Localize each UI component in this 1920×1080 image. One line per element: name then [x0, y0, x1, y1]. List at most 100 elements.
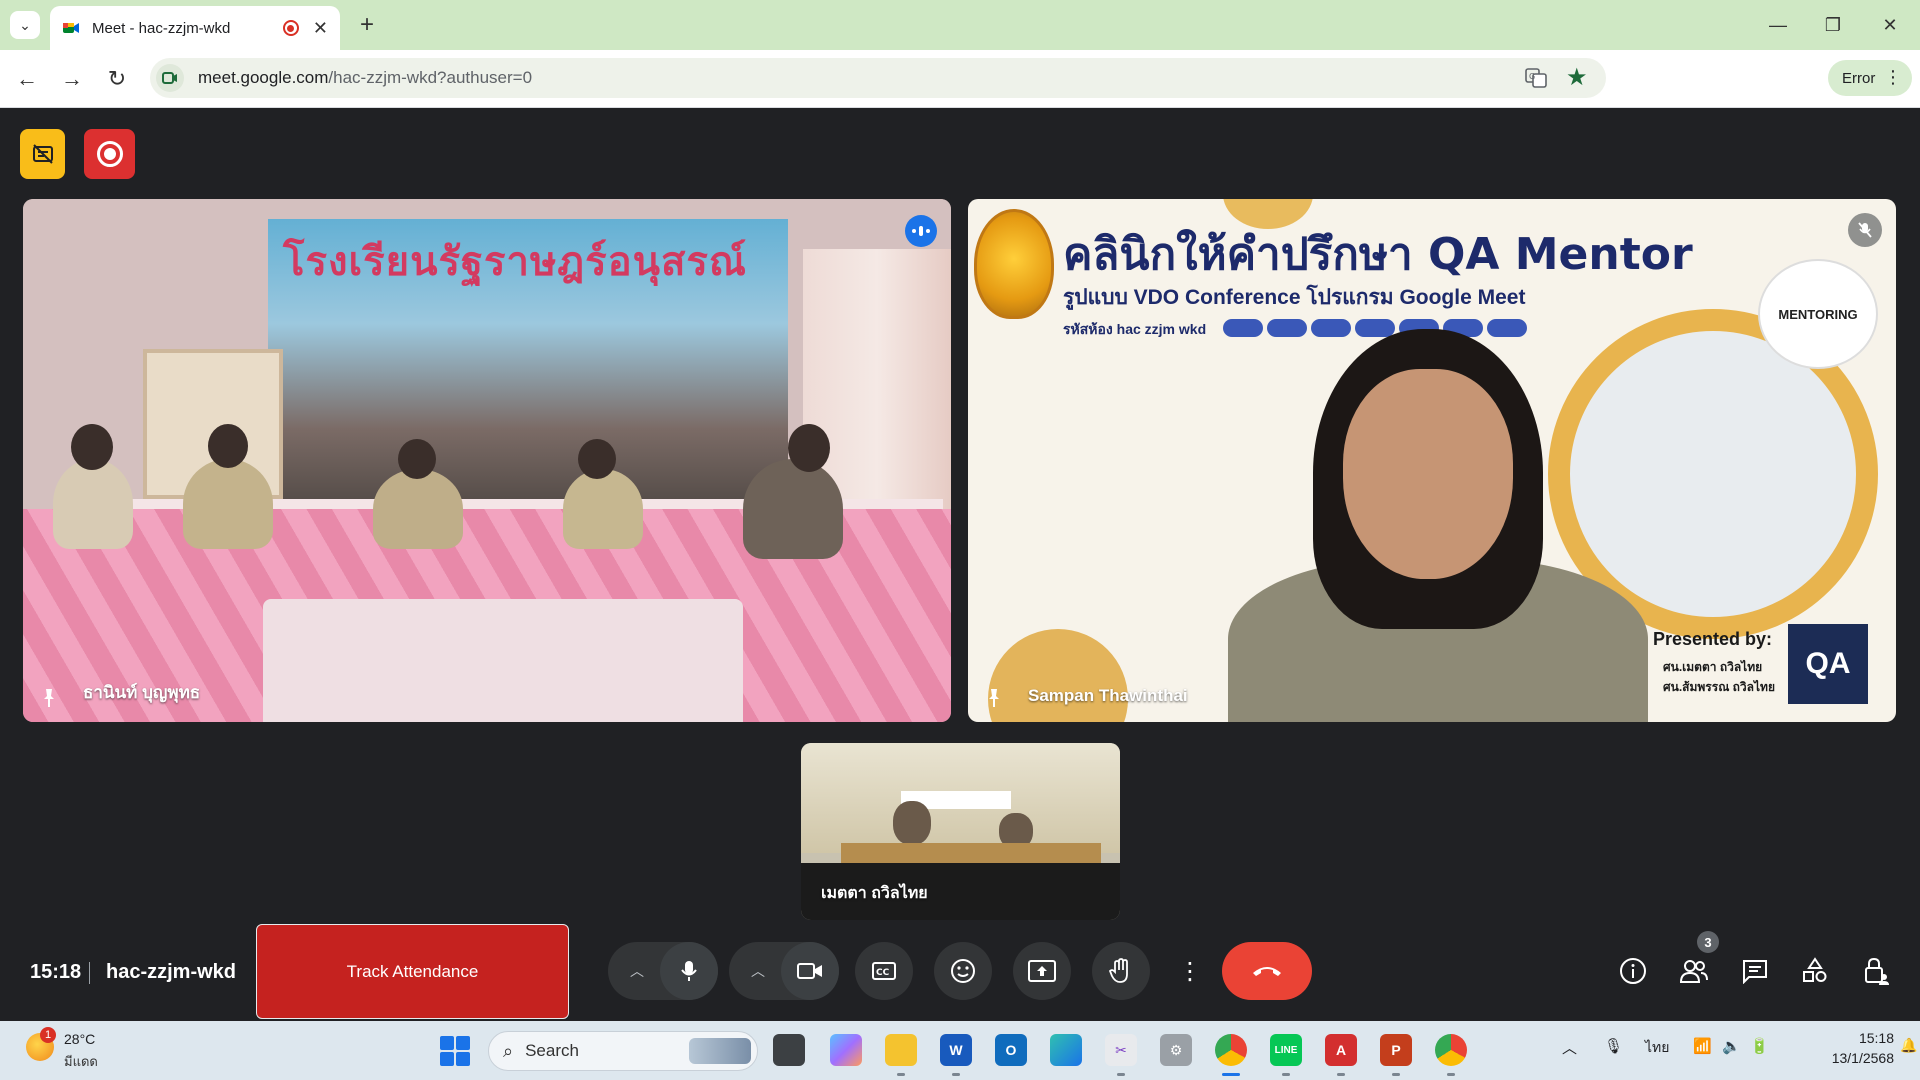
new-tab-button[interactable]: + [352, 10, 382, 40]
task-view-icon[interactable] [773, 1034, 805, 1066]
system-time[interactable]: 15:18 [1834, 1030, 1894, 1046]
word-icon[interactable]: W [940, 1034, 972, 1066]
back-button[interactable]: ← [10, 62, 44, 96]
reload-button[interactable]: ↻ [100, 62, 134, 96]
mic-off-icon [1848, 213, 1882, 247]
pin-icon[interactable] [982, 686, 1006, 710]
present-to-all-icon [1028, 960, 1056, 982]
settings-icon[interactable]: ⚙ [1160, 1034, 1192, 1066]
audio-options-caret-icon[interactable]: ︿ [617, 942, 657, 1000]
camera-icon [797, 963, 822, 979]
participant-person [373, 469, 463, 549]
arrow-right-icon: → [61, 66, 83, 91]
edge-icon[interactable] [1050, 1034, 1082, 1066]
camera-button[interactable] [781, 942, 839, 1000]
acrobat-icon[interactable]: A [1325, 1034, 1357, 1066]
line-app-icon[interactable]: LINE [1270, 1034, 1302, 1066]
track-attendance-button[interactable]: Track Attendance [256, 924, 569, 1019]
emoji-icon [951, 959, 975, 983]
more-options-icon[interactable]: ⋮ [1170, 942, 1210, 1000]
floor [263, 599, 743, 722]
plus-icon: + [359, 11, 374, 38]
show-hidden-icons-chevron-icon[interactable]: ︿ [1562, 1037, 1577, 1058]
url-text[interactable]: meet.google.com/hac-zzjm-wkd?authuser=0 [198, 68, 1524, 88]
tab-search-button[interactable]: ⌄ [10, 11, 40, 39]
close-tab-icon[interactable]: ✕ [313, 18, 328, 39]
close-window-button[interactable]: ✕ [1870, 8, 1910, 42]
participant-head [208, 424, 248, 468]
file-explorer-icon[interactable] [885, 1034, 917, 1066]
people-button[interactable] [1676, 953, 1712, 989]
snipping-tool-icon[interactable]: ✂ [1105, 1034, 1137, 1066]
start-button[interactable] [440, 1036, 470, 1066]
taskbar-search[interactable]: ⌕ Search [488, 1031, 758, 1071]
microphone-icon [681, 961, 697, 981]
meeting-code: hac-zzjm-wkd [106, 961, 237, 983]
participant-tile-1[interactable]: โรงเรียนรัฐราษฎร์อนุสรณ์ ธานินท์ บุญพุทธ [23, 199, 951, 722]
speaker-face [1343, 369, 1513, 579]
chrome-profile-icon[interactable] [1435, 1034, 1467, 1066]
minimize-button[interactable]: — [1758, 8, 1798, 42]
present-screen-button[interactable] [1013, 942, 1071, 1000]
windows-logo-icon [456, 1052, 470, 1066]
microphone-tray-icon[interactable]: 🎙 [1604, 1037, 1623, 1055]
reload-icon: ↻ [107, 66, 127, 91]
restore-button[interactable]: ❐ [1813, 8, 1853, 42]
recording-button[interactable] [84, 129, 135, 179]
input-language[interactable]: ไทย [1645, 1037, 1669, 1059]
meet-stage: โรงเรียนรัฐราษฎร์อนุสรณ์ ธานินท์ บุญพุทธ… [0, 109, 1920, 1021]
search-highlight-image [689, 1038, 751, 1064]
system-date[interactable]: 13/1/2568 [1794, 1050, 1894, 1066]
address-bar[interactable]: meet.google.com/hac-zzjm-wkd?authuser=0 … [150, 58, 1606, 98]
process-step [1487, 319, 1527, 337]
svg-text:G: G [1529, 72, 1535, 81]
weather-temperature[interactable]: 28°C [64, 1031, 95, 1047]
closed-captions-icon: CC [872, 962, 896, 980]
powerpoint-icon[interactable]: P [1380, 1034, 1412, 1066]
chrome-icon[interactable] [1215, 1034, 1247, 1066]
participant-person [53, 459, 133, 549]
pin-icon[interactable] [37, 686, 61, 710]
video-options-caret-icon[interactable]: ︿ [738, 942, 778, 1000]
captions-off-button[interactable] [20, 129, 65, 179]
wifi-icon[interactable]: 📶 [1693, 1037, 1712, 1055]
profile-error-button[interactable]: Error ⋮ [1828, 60, 1912, 96]
leave-call-button[interactable] [1222, 942, 1312, 1000]
app-running-indicator [1282, 1073, 1290, 1076]
activities-button[interactable] [1797, 953, 1833, 989]
meeting-clock: 15:18 [30, 961, 82, 983]
volume-icon[interactable]: 🔈 [1722, 1037, 1741, 1055]
captions-button[interactable]: CC [855, 942, 913, 1000]
self-view-tile[interactable]: เมตตา ถวิลไทย [801, 743, 1120, 920]
presentation-room-code: รหัสห้อง hac zzjm wkd [1063, 321, 1207, 337]
participant-name: Sampan Thawinthai [1028, 686, 1188, 705]
reactions-button[interactable] [934, 942, 992, 1000]
obec-logo [974, 209, 1054, 319]
notifications-bell-icon[interactable]: 🔔 [1900, 1037, 1917, 1054]
participant-person [183, 459, 273, 549]
windows-logo-icon [456, 1036, 470, 1050]
meeting-details-button[interactable] [1615, 953, 1651, 989]
copilot-icon[interactable] [830, 1034, 862, 1066]
participant-tile-2[interactable]: คลินิกให้คำปรึกษา QA Mentor รูปแบบ VDO C… [968, 199, 1896, 722]
raise-hand-icon [1109, 958, 1128, 983]
battery-icon[interactable]: 🔋 [1750, 1037, 1769, 1055]
divider [89, 962, 90, 984]
chat-button[interactable] [1737, 953, 1773, 989]
translate-icon[interactable]: G [1524, 66, 1548, 90]
restore-icon: ❐ [1824, 14, 1842, 35]
outlook-icon[interactable]: O [995, 1034, 1027, 1066]
participant-head [788, 424, 830, 472]
svg-text:CC: CC [876, 968, 890, 978]
bookmark-star-icon[interactable]: ★ [1566, 66, 1590, 90]
weather-condition[interactable]: มีแดด [64, 1051, 98, 1072]
browser-tab-meet[interactable]: Meet - hac-zzjm-wkd ✕ [50, 6, 340, 50]
forward-button[interactable]: → [55, 62, 89, 96]
participant-head [71, 424, 113, 470]
site-info-icon[interactable] [156, 64, 184, 92]
browser-toolbar: ← → ↻ meet.google.com/hac-zzjm-wkd?authu… [0, 50, 1920, 142]
decorative-circle [988, 629, 1128, 722]
microphone-button[interactable] [660, 942, 718, 1000]
raise-hand-button[interactable] [1092, 942, 1150, 1000]
host-controls-button[interactable] [1858, 953, 1894, 989]
